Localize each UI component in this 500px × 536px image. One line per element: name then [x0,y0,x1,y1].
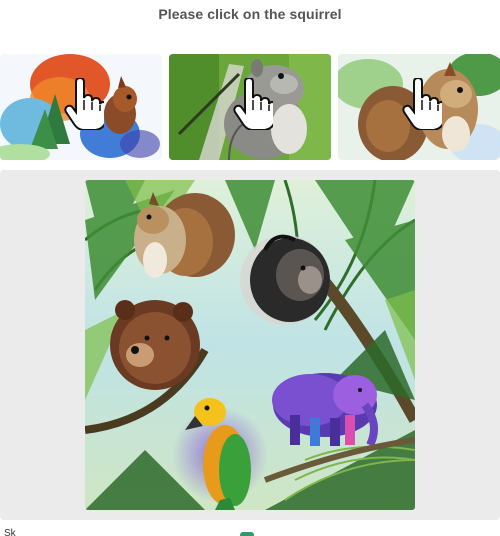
pointer-hand-icon [402,78,442,130]
example-image-2[interactable] [169,54,331,160]
pointer-hand-icon [233,78,273,130]
captcha-widget: Please click on the squirrel Sk [0,0,500,536]
challenge-prompt: Please click on the squirrel [158,6,342,22]
example-image-1[interactable] [0,54,162,160]
pointer-hand-icon [64,78,104,130]
footer-bar: Sk [0,528,500,536]
footer-accent-icon [240,532,254,536]
challenge-image[interactable] [85,180,415,510]
example-image-3[interactable] [338,54,500,160]
challenge-panel [0,170,500,520]
footer-text: Sk [4,528,16,536]
example-images-row [0,54,500,160]
